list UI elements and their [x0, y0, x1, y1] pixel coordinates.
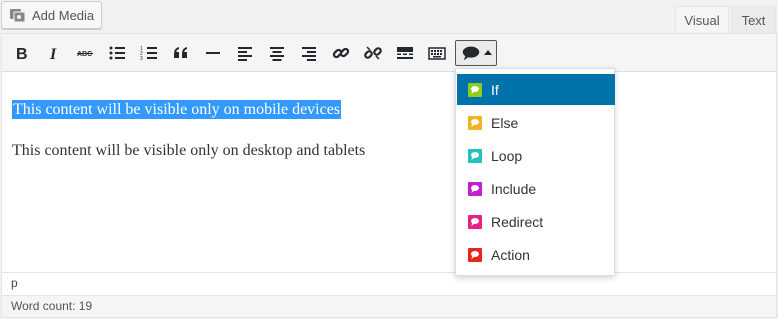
speech-bubble-icon — [462, 46, 480, 61]
speech-bubble-icon — [468, 148, 482, 163]
bold-button[interactable]: B — [8, 40, 34, 66]
editor-content[interactable]: This content will be visible only on mob… — [2, 72, 776, 272]
speech-bubble-icon — [468, 247, 482, 262]
shortcode-dropdown-button[interactable] — [455, 40, 497, 66]
align-center-icon — [270, 47, 284, 61]
strikethrough-button[interactable]: ABC — [72, 40, 98, 66]
tab-visual[interactable]: Visual — [675, 6, 729, 33]
align-right-button[interactable] — [296, 40, 322, 66]
word-count: Word count: 19 — [2, 295, 776, 317]
menu-item-else[interactable]: Else — [457, 107, 615, 138]
menu-item-label: Action — [491, 246, 530, 263]
menu-item-label: Redirect — [491, 213, 544, 230]
content-line-mobile: This content will be visible only on mob… — [12, 100, 342, 119]
read-more-button[interactable] — [392, 40, 418, 66]
speech-bubble-icon — [468, 82, 482, 97]
add-media-label: Add Media — [32, 7, 95, 23]
bulleted-list-icon — [109, 46, 125, 60]
read-more-icon — [397, 47, 413, 59]
keyboard-icon — [428, 47, 446, 60]
menu-item-label: Else — [491, 114, 519, 131]
unlink-icon — [364, 46, 382, 60]
numbered-list-icon: 123 — [140, 46, 157, 62]
strikethrough-icon: ABC — [77, 51, 93, 58]
menu-item-action[interactable]: Action — [457, 239, 615, 270]
italic-icon: I — [49, 46, 57, 62]
link-icon — [332, 47, 350, 59]
speech-bubble-icon — [468, 181, 482, 196]
menu-item-label: Include — [491, 180, 537, 197]
align-left-icon — [238, 47, 252, 61]
align-right-icon — [302, 47, 316, 61]
speech-bubble-icon — [468, 214, 482, 229]
align-left-button[interactable] — [232, 40, 258, 66]
bulleted-list-button[interactable] — [104, 40, 130, 66]
horizontal-line-icon — [206, 52, 220, 54]
bold-icon: B — [16, 46, 28, 62]
italic-button[interactable]: I — [40, 40, 66, 66]
menu-item-label: Loop — [491, 147, 523, 164]
media-icon — [10, 9, 26, 23]
horizontal-line-button[interactable] — [200, 40, 226, 66]
toolbar-toggle-button[interactable] — [424, 40, 450, 66]
menu-item-loop[interactable]: Loop — [457, 140, 615, 171]
blockquote-button[interactable] — [168, 40, 194, 66]
blockquote-icon — [174, 47, 187, 58]
svg-text:B: B — [16, 46, 28, 62]
menu-item-label: If — [491, 81, 499, 98]
tab-text[interactable]: Text — [731, 6, 776, 33]
menu-item-if[interactable]: If — [457, 74, 615, 105]
speech-bubble-icon — [468, 115, 482, 130]
add-media-button[interactable]: Add Media — [1, 1, 102, 29]
remove-link-button[interactable] — [360, 40, 386, 66]
formatting-toolbar: B I ABC 123 — [2, 34, 776, 72]
menu-item-redirect[interactable]: Redirect — [457, 206, 615, 237]
align-center-button[interactable] — [264, 40, 290, 66]
content-line-desktop: This content will be visible only on des… — [12, 142, 366, 159]
menu-item-include[interactable]: Include — [457, 173, 615, 204]
caret-down-icon — [484, 50, 492, 55]
insert-link-button[interactable] — [328, 40, 354, 66]
numbered-list-button[interactable]: 123 — [136, 40, 162, 66]
shortcode-menu: If Else Loop Include Redirect Action — [455, 68, 615, 276]
element-path[interactable]: p — [2, 272, 776, 295]
svg-text:ABC: ABC — [77, 51, 92, 58]
editor: B I ABC 123 This content will be visible… — [1, 33, 777, 318]
svg-text:I: I — [49, 46, 57, 62]
svg-text:3: 3 — [140, 56, 143, 62]
